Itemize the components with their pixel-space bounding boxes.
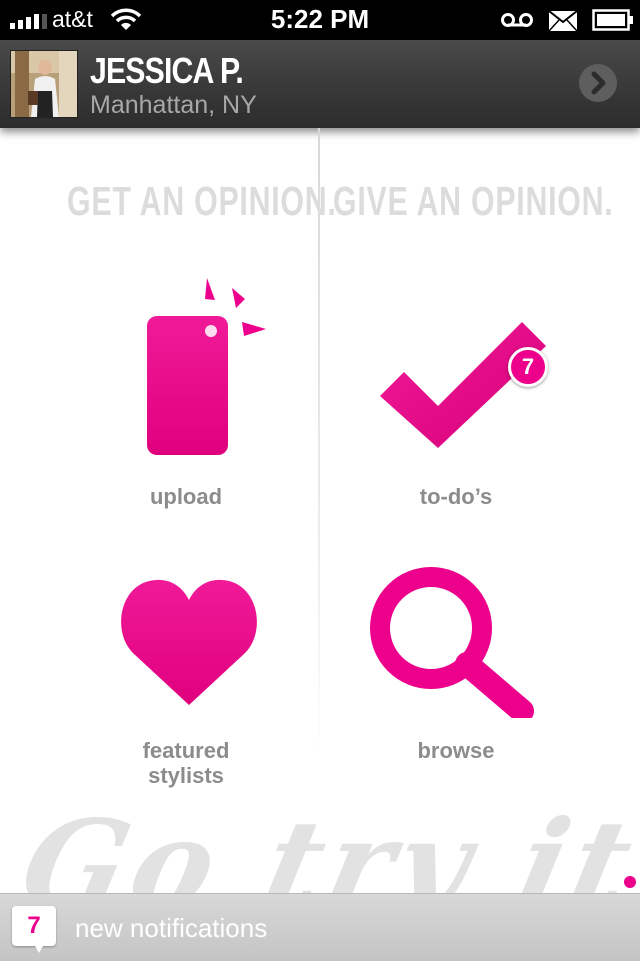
phone-camera-icon (147, 278, 266, 455)
featured-label-line2: stylists (148, 763, 224, 788)
featured-stylists-button[interactable]: featured stylists (86, 558, 286, 798)
chevron-right-icon (591, 71, 606, 95)
voicemail-icon (501, 13, 533, 27)
status-time: 5:22 PM (270, 4, 370, 34)
browse-label: browse (417, 738, 495, 763)
mail-icon (548, 10, 578, 32)
go-try-it-on-banner: Go try it on. (0, 794, 640, 894)
magnifier-icon (370, 567, 534, 718)
give-opinion-heading: GIVE AN OPINION. (333, 178, 614, 224)
profile-location: Manhattan, NY (90, 91, 257, 119)
notifications-bar[interactable]: 7 new notifications (0, 893, 640, 961)
heart-icon (121, 579, 257, 705)
profile-header[interactable]: JESSICA P. Manhattan, NY (0, 40, 640, 128)
get-opinion-heading: GET AN OPINION. (67, 178, 337, 224)
todos-label: to-do’s (419, 484, 493, 509)
speech-bubble-tail (34, 944, 44, 953)
banner-text: Go try it on. (10, 794, 640, 894)
todos-button[interactable]: 7 to-do’s (356, 268, 556, 518)
todos-count-badge: 7 (508, 347, 548, 387)
profile-detail-button[interactable] (579, 64, 617, 102)
go-try-it-on-script: Go try it on. (10, 794, 640, 894)
avatar (10, 50, 78, 118)
main-menu: GET AN OPINION. GIVE AN OPINION. upload (0, 128, 640, 894)
upload-label: upload (149, 484, 223, 509)
upload-button[interactable]: upload (86, 268, 286, 518)
featured-label-line1: featured (142, 738, 230, 763)
profile-name: JESSICA P. (90, 50, 244, 91)
browse-button[interactable]: browse (356, 558, 556, 798)
notification-count: 7 (12, 906, 56, 946)
status-bar: at&t 5:22 PM (0, 0, 640, 40)
notifications-label: new notifications (75, 913, 268, 943)
battery-icon (592, 9, 633, 31)
featured-stylists-label: featured stylists (86, 738, 286, 788)
